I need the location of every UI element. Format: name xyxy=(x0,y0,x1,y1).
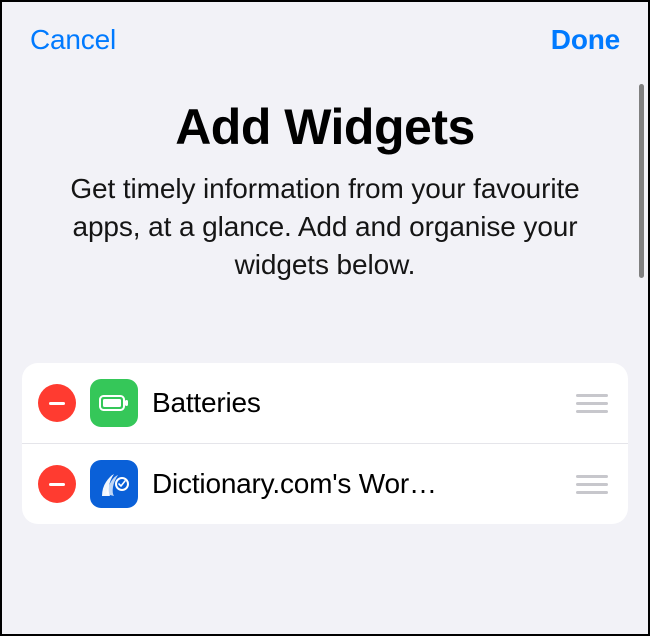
dictionary-glyph-icon xyxy=(96,466,132,502)
list-item: Dictionary.com's Wor… xyxy=(22,443,628,524)
minus-icon xyxy=(49,483,65,487)
battery-glyph-icon xyxy=(99,395,129,411)
page-subtitle: Get timely information from your favouri… xyxy=(50,170,600,283)
battery-icon xyxy=(90,379,138,427)
cancel-button[interactable]: Cancel xyxy=(30,24,116,56)
delete-button[interactable] xyxy=(38,384,76,422)
page-title: Add Widgets xyxy=(50,98,600,156)
widgets-modal: Cancel Done Add Widgets Get timely infor… xyxy=(2,2,648,634)
dictionary-icon xyxy=(90,460,138,508)
list-item: Batteries xyxy=(22,363,628,443)
widget-label: Batteries xyxy=(152,387,562,419)
delete-button[interactable] xyxy=(38,465,76,503)
done-button[interactable]: Done xyxy=(551,24,620,56)
widget-label: Dictionary.com's Wor… xyxy=(152,468,562,500)
title-section: Add Widgets Get timely information from … xyxy=(2,66,648,283)
scrollbar[interactable] xyxy=(639,84,644,278)
drag-handle-icon[interactable] xyxy=(576,475,612,494)
drag-handle-icon[interactable] xyxy=(576,394,612,413)
widget-list: Batteries Dictionary.com's Wor… xyxy=(22,363,628,524)
modal-header: Cancel Done xyxy=(2,2,648,66)
minus-icon xyxy=(49,402,65,406)
